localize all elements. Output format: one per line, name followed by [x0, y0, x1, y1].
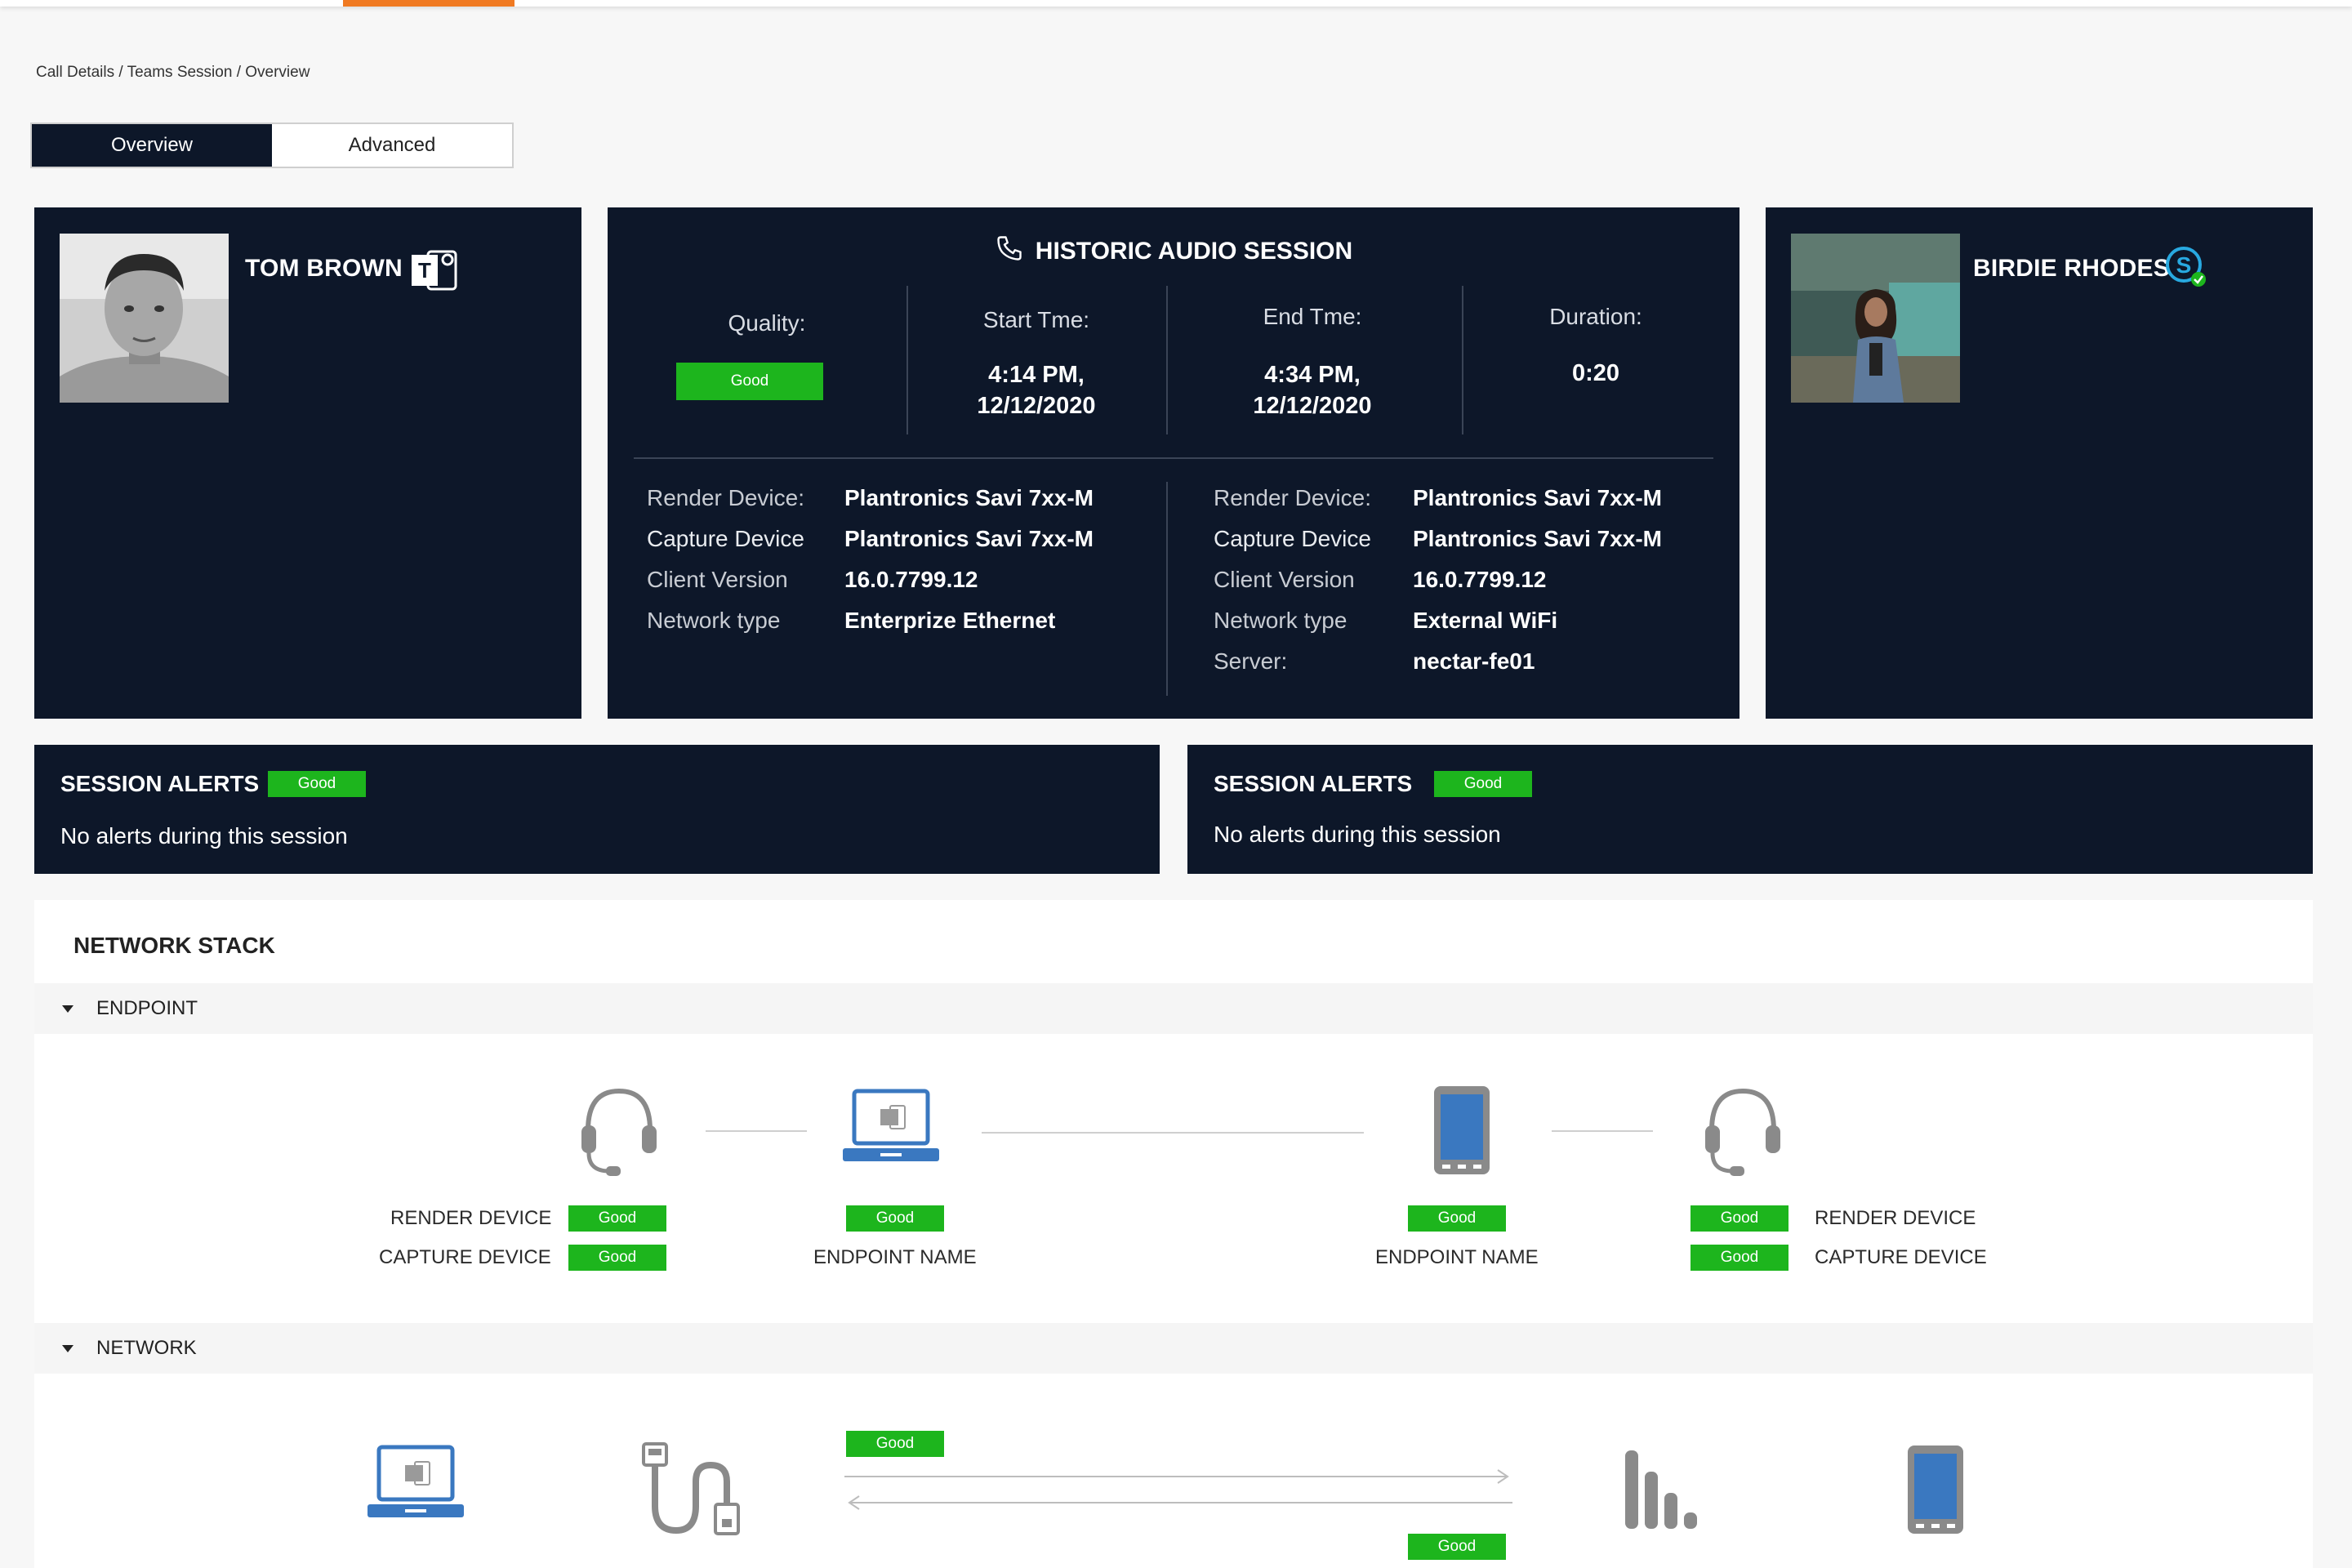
alerts-status-badge: Good: [268, 771, 366, 797]
left-capture-status-badge: Good: [568, 1245, 666, 1271]
alerts-title: SESSION ALERTS: [60, 771, 260, 796]
network-stack-panel: NETWORK STACK ENDPOINT RENDER DEVICE Goo…: [34, 900, 2313, 1568]
network-section-label: NETWORK: [96, 1337, 197, 1359]
end-time: 4:34 PM,: [1264, 362, 1361, 388]
session-alerts-left: SESSION ALERTS Good No alerts during thi…: [34, 745, 1160, 874]
network-stack-title: NETWORK STACK: [74, 933, 275, 958]
left-client-value: 16.0.7799.12: [844, 567, 978, 592]
start-time-value: 4:14 PM, 12/12/2020: [910, 359, 1163, 421]
connector-line: [982, 1132, 1364, 1134]
duration-value: 0:20: [1571, 360, 1620, 386]
callee-avatar: [1791, 234, 1960, 403]
caller-panel: TOM BROWN T: [34, 207, 581, 719]
right-client-value: 16.0.7799.12: [1413, 567, 1547, 592]
mobile-phone-icon: [1431, 1083, 1493, 1182]
signal-strength-icon: [1622, 1447, 1704, 1536]
caller-avatar: [60, 234, 229, 403]
left-endpoint-name[interactable]: ENDPOINT NAME: [813, 1246, 977, 1269]
left-render-value: Plantronics Savi 7xx-M: [844, 485, 1094, 510]
alerts-message: No alerts during this session: [1214, 822, 1501, 847]
breadcrumb[interactable]: Call Details / Teams Session / Overview: [36, 64, 310, 82]
right-endpoint-status-badge: Good: [1408, 1205, 1506, 1232]
end-time-label: End Tme:: [1263, 304, 1362, 329]
callee-panel: BIRDIE RHODES S: [1766, 207, 2313, 719]
caret-down-icon: [62, 1004, 74, 1013]
right-render-label: Render Device:: [1214, 485, 1371, 510]
ethernet-cable-icon: [639, 1441, 750, 1546]
left-render-status-badge: Good: [568, 1205, 666, 1232]
right-client-label: Client Version: [1214, 567, 1355, 592]
right-render-status-badge: Good: [1690, 1205, 1788, 1232]
metric-divider: [1462, 286, 1463, 434]
session-panel: HISTORIC AUDIO SESSION Quality: Good Sta…: [608, 207, 1740, 719]
alerts-status-badge: Good: [1434, 771, 1532, 797]
mobile-phone-icon: [1904, 1442, 1967, 1541]
tab-advanced[interactable]: Advanced: [272, 124, 512, 167]
duration-label: Duration:: [1549, 304, 1642, 329]
bidirectional-arrows-icon: [844, 1463, 1514, 1517]
quality-label: Quality:: [728, 310, 806, 336]
phone-icon: [995, 234, 1024, 270]
left-network-label: Network type: [647, 608, 781, 633]
start-date: 12/12/2020: [977, 393, 1096, 419]
svg-text:S: S: [2176, 252, 2192, 278]
svg-text:T: T: [418, 258, 431, 283]
left-network-value: Enterprize Ethernet: [844, 608, 1056, 633]
right-capture-device-label: CAPTURE DEVICE: [1815, 1246, 1987, 1268]
quality-status-badge: Good: [676, 363, 823, 400]
left-render-device-label: RENDER DEVICE: [390, 1207, 552, 1229]
headset-icon: [1702, 1083, 1784, 1185]
right-render-device-label: RENDER DEVICE: [1815, 1207, 1976, 1229]
session-divider: [634, 457, 1713, 459]
endpoint-section-header[interactable]: ENDPOINT: [34, 983, 2313, 1034]
active-nav-indicator: [343, 0, 514, 7]
connector-line: [706, 1130, 807, 1132]
end-time-value: 4:34 PM, 12/12/2020: [1169, 359, 1455, 421]
right-network-label: Network type: [1214, 608, 1348, 633]
right-server-value: nectar-fe01: [1413, 648, 1535, 674]
left-capture-value: Plantronics Savi 7xx-M: [844, 526, 1094, 551]
session-title-text: HISTORIC AUDIO SESSION: [1035, 238, 1353, 265]
right-capture-status-badge: Good: [1690, 1245, 1788, 1271]
caret-down-icon: [62, 1344, 74, 1352]
left-capture-device-label: CAPTURE DEVICE: [379, 1246, 551, 1268]
metric-divider: [1166, 286, 1168, 434]
view-tabs: Overview Advanced: [30, 122, 514, 168]
callee-name: BIRDIE RHODES: [1973, 255, 2170, 282]
alerts-title: SESSION ALERTS: [1214, 771, 1413, 796]
right-server-label: Server:: [1214, 648, 1288, 674]
network-section-header[interactable]: NETWORK: [34, 1323, 2313, 1374]
caller-name: TOM BROWN: [245, 255, 403, 282]
laptop-teams-icon: [840, 1088, 942, 1177]
details-divider: [1166, 482, 1168, 696]
right-render-value: Plantronics Savi 7xx-M: [1413, 485, 1663, 510]
start-time-label: Start Tme:: [982, 307, 1090, 332]
headset-icon: [578, 1083, 660, 1185]
downstream-status-badge: Good: [1408, 1534, 1506, 1560]
start-time: 4:14 PM,: [988, 362, 1085, 388]
right-endpoint-name[interactable]: ENDPOINT NAME: [1375, 1246, 1539, 1269]
alerts-message: No alerts during this session: [60, 823, 348, 849]
left-client-label: Client Version: [647, 567, 788, 592]
upstream-status-badge: Good: [846, 1431, 944, 1457]
session-title: HISTORIC AUDIO SESSION: [608, 234, 1740, 270]
right-network-value: External WiFi: [1413, 608, 1558, 633]
endpoint-section-label: ENDPOINT: [96, 997, 198, 1019]
teams-icon: T: [410, 248, 459, 296]
end-date: 12/12/2020: [1253, 393, 1372, 419]
left-capture-label: Capture Device: [647, 526, 804, 551]
left-render-label: Render Device:: [647, 485, 804, 510]
left-endpoint-status-badge: Good: [846, 1205, 944, 1232]
session-alerts-right: SESSION ALERTS Good No alerts during thi…: [1187, 745, 2313, 874]
right-capture-label: Capture Device: [1214, 526, 1371, 551]
right-capture-value: Plantronics Savi 7xx-M: [1413, 526, 1663, 551]
laptop-teams-icon: [364, 1444, 467, 1533]
top-navigation-bar: [0, 0, 2352, 7]
tab-overview[interactable]: Overview: [32, 124, 272, 167]
skype-icon: S: [2164, 245, 2210, 295]
metric-divider: [906, 286, 908, 434]
connector-line: [1552, 1130, 1653, 1132]
